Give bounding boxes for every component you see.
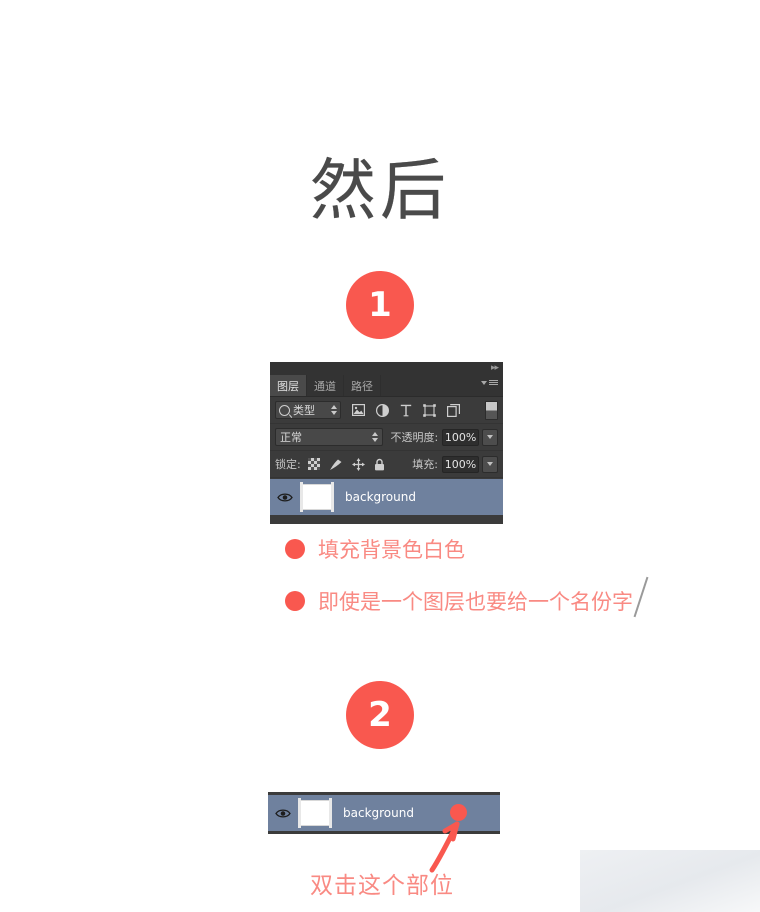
lock-transparent-pixels-icon[interactable] (307, 458, 320, 470)
table-row[interactable]: background (270, 479, 503, 515)
tab-channels[interactable]: 通道 (307, 375, 344, 396)
eye-icon[interactable] (272, 808, 294, 819)
fill-input[interactable]: 100% (442, 455, 479, 473)
panel-menu-icon[interactable] (481, 380, 498, 385)
step-badge-1: 1 (346, 271, 414, 339)
tab-layers[interactable]: 图层 (270, 375, 307, 396)
panel-menu-lines-icon (489, 380, 498, 385)
bottom-caption: 双击这个部位 (310, 873, 454, 899)
filter-icon-group (352, 403, 460, 417)
double-chevron-right-icon[interactable]: ▸▸ (491, 364, 499, 373)
type-layer-filter-icon[interactable] (400, 404, 412, 417)
annotation-fill-background: 填充背景色白色 (285, 534, 465, 564)
layer-list: background (270, 478, 503, 515)
red-dot-bullet (285, 539, 305, 559)
annotation-name-layer: 即使是一个图层也要给一个名份字 (285, 586, 633, 616)
tab-paths-label: 路径 (351, 379, 373, 393)
opacity-label: 不透明度: (390, 431, 439, 444)
opacity-input[interactable]: 100% (442, 428, 480, 446)
search-icon (279, 404, 290, 416)
page-canvas: 然后 1 ▸▸ 图层 通道 路径 类型 正常 不透明度: 100% 锁定: 填充… (0, 0, 760, 912)
layers-panel: ▸▸ 图层 通道 路径 类型 正常 不透明度: 100% 锁定: 填充: 100… (270, 362, 503, 524)
blend-mode-value: 正常 (280, 431, 302, 444)
layer-name-label[interactable]: background (343, 806, 414, 820)
step-badge-2: 2 (346, 681, 414, 749)
smart-object-filter-icon[interactable] (447, 403, 460, 417)
page-title: 然后 (310, 152, 450, 229)
lock-all-icon[interactable] (374, 458, 385, 471)
filter-kind-select[interactable]: 类型 (275, 401, 341, 419)
white-thumbnail (302, 484, 332, 510)
pen-strike-mark (633, 576, 649, 618)
lock-icon-group (307, 457, 385, 471)
filter-kind-stepper[interactable] (327, 405, 337, 415)
red-dot-bullet (285, 591, 305, 611)
layer-name-label[interactable]: background (345, 490, 416, 504)
tab-paths[interactable]: 路径 (344, 375, 381, 396)
shape-layer-filter-icon[interactable] (423, 403, 436, 417)
layer-thumbnail[interactable] (297, 482, 337, 512)
white-thumbnail (300, 800, 330, 826)
annotation-text: 即使是一个图层也要给一个名份字 (318, 590, 633, 614)
fill-dropdown-button[interactable] (482, 455, 498, 473)
blend-mode-stepper[interactable] (368, 432, 378, 442)
blend-mode-select[interactable]: 正常 (275, 428, 383, 446)
lock-image-pixels-icon[interactable] (329, 458, 343, 471)
layer-thumbnail[interactable] (295, 798, 335, 828)
fill-label: 填充: (412, 458, 438, 471)
filter-kind-label: 类型 (293, 404, 315, 417)
panel-topbar: ▸▸ (270, 362, 503, 375)
blend-opacity-row: 正常 不透明度: 100% (270, 424, 503, 451)
eye-icon[interactable] (274, 492, 296, 503)
annotation-text: 填充背景色白色 (318, 538, 465, 562)
lock-fill-row: 锁定: 填充: 100% (270, 451, 503, 478)
lock-position-icon[interactable] (351, 457, 365, 471)
lock-label: 锁定: (275, 458, 301, 471)
opacity-dropdown-button[interactable] (482, 428, 498, 446)
panel-footer (270, 515, 503, 524)
tab-layers-label: 图层 (277, 379, 299, 393)
panel-tabbar: 图层 通道 路径 (270, 375, 503, 397)
pixel-layer-filter-icon[interactable] (352, 404, 365, 416)
tab-channels-label: 通道 (314, 379, 336, 393)
adjustment-layer-filter-icon[interactable] (376, 403, 389, 417)
corner-gradient-artifact (580, 850, 760, 912)
layer-filter-row: 类型 (270, 397, 503, 424)
filter-toggle-switch[interactable] (485, 400, 498, 420)
panel-menu-caret-icon (481, 380, 487, 385)
